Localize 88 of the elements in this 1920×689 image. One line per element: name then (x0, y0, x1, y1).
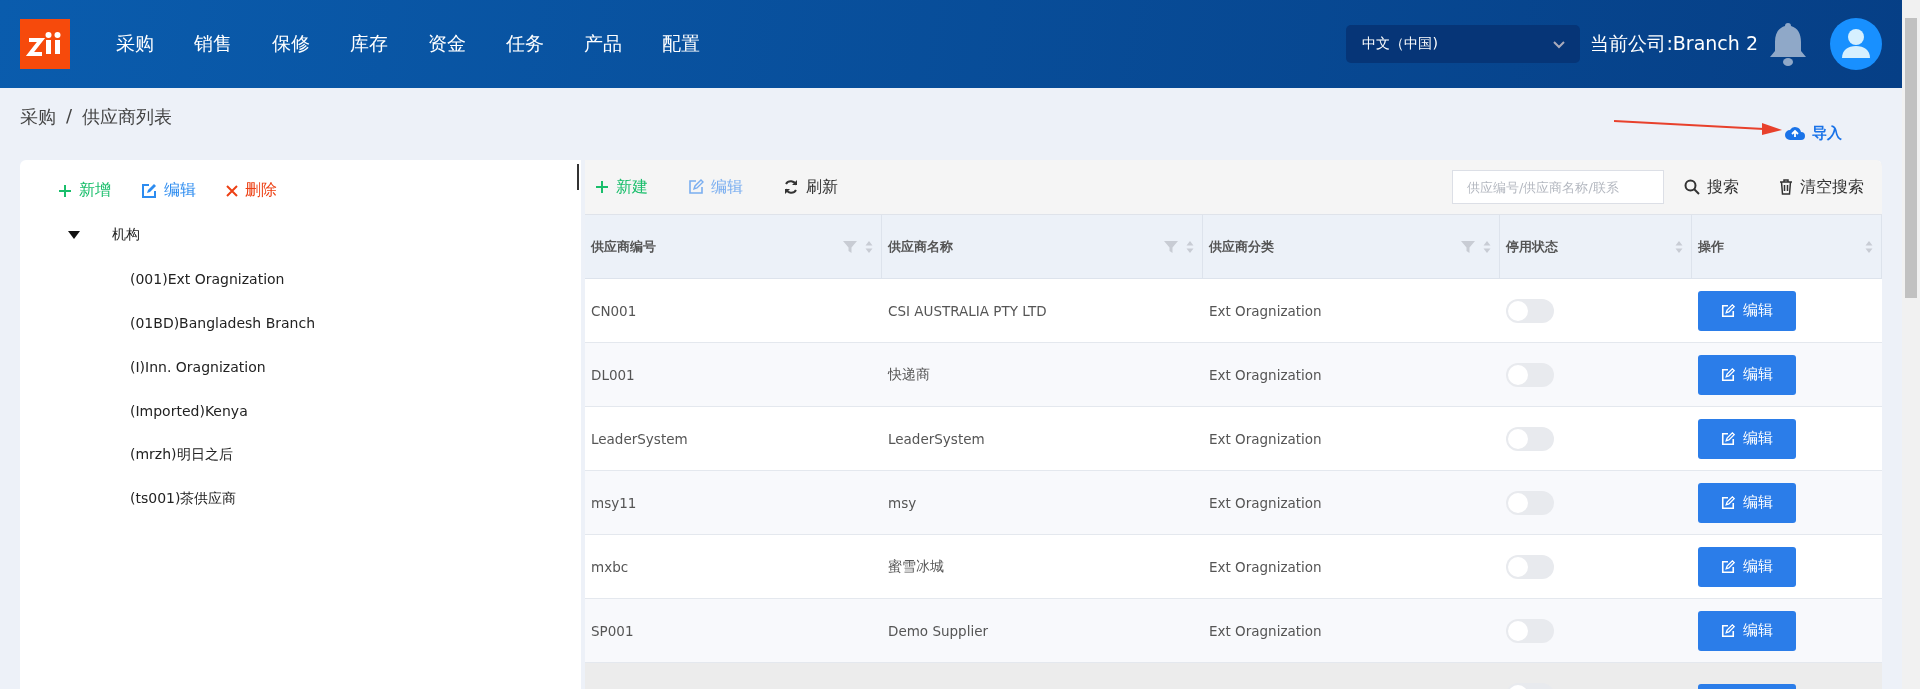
edit-icon (1721, 559, 1735, 574)
edit-icon (1721, 431, 1735, 446)
sort-icon[interactable] (1675, 239, 1683, 254)
column-header[interactable]: 供应商分类 (1203, 215, 1500, 278)
import-link[interactable]: 导入 (1784, 123, 1842, 143)
sort-icon[interactable] (1865, 239, 1873, 254)
breadcrumb-item: 采购 (20, 105, 56, 129)
edit-button[interactable]: 编辑 (1698, 482, 1796, 523)
nav-link[interactable]: 销售 (174, 31, 252, 57)
table-cell: CN001 (591, 302, 637, 319)
delete-button[interactable]: 删除 (226, 176, 277, 205)
nav-link[interactable]: 任务 (486, 31, 564, 57)
nav-link[interactable]: 保修 (252, 31, 330, 57)
filter-icon[interactable] (1461, 239, 1475, 254)
sort-icon[interactable] (1186, 239, 1194, 254)
table-cell: Ext Oragnization (1209, 302, 1322, 319)
table-cell: Ext Oragnization (1209, 622, 1322, 639)
tree-node[interactable]: (001)Ext Oragnization (130, 265, 581, 293)
caret-icon[interactable] (68, 231, 80, 239)
edit-button[interactable]: 编辑 (1698, 418, 1796, 459)
tree-node[interactable]: (I)Inn. Oragnization (130, 353, 581, 381)
column-header[interactable]: 停用状态 (1500, 215, 1692, 278)
table-cell: SP001 (591, 622, 634, 639)
table-cell: Demo Supplier (888, 622, 989, 639)
bell-icon[interactable] (1768, 21, 1808, 67)
table-cell: LeaderSystem (888, 430, 985, 447)
table-cell: msy11 (591, 494, 637, 511)
column-title: 供应商分类 (1209, 237, 1275, 256)
nav-link[interactable]: 配置 (642, 31, 720, 57)
table-cell: DL001 (591, 366, 635, 383)
plus-icon (595, 180, 609, 194)
tree-node[interactable]: 机构 (112, 226, 140, 244)
column-header[interactable]: 操作 (1692, 215, 1882, 278)
close-icon (226, 184, 238, 197)
trash-icon (1779, 179, 1793, 195)
filter-icon[interactable] (843, 239, 857, 254)
column-header[interactable]: 供应商名称 (882, 215, 1203, 278)
edit-icon (1721, 303, 1735, 318)
refresh-icon (783, 179, 799, 195)
table-cell: Ext Oragnization (1209, 494, 1322, 511)
table-cell: Ext Oragnization (1209, 430, 1322, 447)
edit-button[interactable]: 编辑 (1698, 546, 1796, 587)
breadcrumb-item: / (66, 105, 73, 128)
column-title: 停用状态 (1506, 237, 1559, 256)
breadcrumb-item: 供应商列表 (82, 105, 173, 129)
search-icon (1684, 179, 1700, 195)
sort-icon[interactable] (1483, 239, 1491, 254)
search-button[interactable]: 搜索 (1684, 172, 1739, 202)
current-company: 当前公司:Branch 2 (1590, 31, 1758, 56)
edit-button[interactable]: 编辑 (1698, 290, 1796, 331)
table-cell: msy (888, 494, 917, 511)
table-cell: LeaderSystem (591, 430, 688, 447)
edit-button[interactable]: 编辑 (1698, 354, 1796, 395)
tree-node[interactable]: (ts001)茶供应商 (130, 485, 581, 513)
filter-icon[interactable] (1164, 239, 1178, 254)
edit-icon (1721, 495, 1735, 510)
edit-icon (1721, 367, 1735, 382)
nav-link[interactable]: 资金 (408, 31, 486, 57)
nav-link[interactable]: 产品 (564, 31, 642, 57)
column-title: 供应商名称 (888, 237, 954, 256)
edit-icon (141, 182, 157, 199)
column-title: 供应商编号 (591, 237, 657, 256)
edit-button[interactable]: 编辑 (1698, 610, 1796, 651)
edit-icon (688, 179, 704, 195)
table-cell: Ext Oragnization (1209, 558, 1322, 575)
table-cell: mxbc (591, 558, 629, 575)
edit-button[interactable]: 编辑 (141, 176, 196, 205)
tree-node[interactable]: (01BD)Bangladesh Branch (130, 309, 581, 337)
table-cell: 蜜雪冰城 (888, 557, 944, 576)
plus-icon (58, 183, 72, 198)
refresh-button[interactable]: 刷新 (783, 172, 838, 202)
avatar-icon[interactable] (1830, 18, 1882, 70)
table-cell: 快递商 (888, 365, 930, 384)
nav-link[interactable]: 采购 (96, 31, 174, 57)
table-cell: CSI AUSTRALIA PTY LTD (888, 302, 1047, 319)
column-title: 操作 (1698, 237, 1725, 256)
scrollbar[interactable] (1902, 0, 1920, 689)
cloud-upload-icon (1784, 125, 1806, 141)
table-cell: Ext Oragnization (1209, 366, 1322, 383)
sort-icon[interactable] (865, 239, 873, 254)
edit-icon (1721, 623, 1735, 638)
tree-node[interactable]: (mrzh)明日之后 (130, 441, 581, 469)
tree-node[interactable]: (Imported)Kenya (130, 397, 581, 425)
column-header[interactable]: 供应商编号 (585, 215, 882, 278)
search-field[interactable]: 供应编号/供应商名称/联系 (1452, 170, 1664, 204)
clear-search-button[interactable]: 清空搜索 (1779, 172, 1864, 202)
nav-link[interactable]: 库存 (330, 31, 408, 57)
language-select[interactable]: 中文（中国) (1346, 25, 1581, 63)
